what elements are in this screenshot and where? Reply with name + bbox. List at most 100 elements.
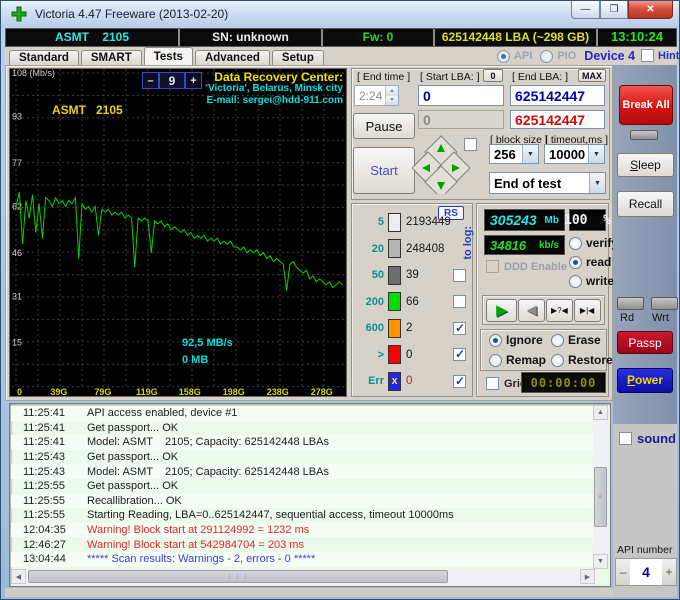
tab-tests[interactable]: Tests — [143, 47, 193, 65]
drive-status-bar: ASMT 2105 SN: unknown Fw: 0 625142448 LB… — [5, 28, 677, 47]
log-row: 11:25:43 Model: ASMT 2105; Capacity: 6251… — [11, 464, 593, 479]
log-time: 11:25:55 — [23, 494, 66, 507]
scroll-right-button[interactable]: ▶ — [580, 569, 595, 584]
tab-advanced[interactable]: Advanced — [194, 50, 270, 65]
y-axis-label: 15 — [12, 338, 22, 348]
stat-row: Err x 0 — [356, 371, 470, 391]
stat-log-checkbox[interactable] — [453, 374, 466, 388]
step-button[interactable]: ▶|◀ — [573, 298, 601, 322]
end-lba-input[interactable]: 625142447 — [510, 85, 605, 106]
chevron-down-icon[interactable]: ▼ — [522, 145, 538, 163]
verify-radio[interactable] — [569, 236, 582, 250]
stat-count: 0 — [406, 375, 413, 387]
break-all-button[interactable]: Break All — [619, 85, 673, 125]
pause-button[interactable]: Pause — [353, 113, 415, 139]
log-row: 11:25:41 Get passport... OK — [11, 421, 593, 436]
log-row: 12:46:27 Warning! Block start at 54298470… — [11, 537, 593, 552]
wrt-label: Wrt — [652, 312, 669, 324]
sleep-button[interactable]: Sleep — [617, 153, 674, 177]
read-radio[interactable] — [569, 255, 582, 269]
v-scroll-thumb[interactable]: ≡ — [594, 467, 607, 527]
block-size-value: 256 — [494, 146, 516, 162]
grip-icon: ⋮⋮⋮ — [226, 573, 250, 581]
grid-checkbox[interactable] — [486, 377, 499, 390]
stat-color-swatch — [388, 345, 401, 364]
spin-up-icon[interactable]: ▲ — [386, 86, 398, 96]
log-time: 12:46:27 — [23, 538, 66, 551]
start-button[interactable]: Start — [353, 147, 415, 194]
scale-plus-button[interactable]: + — [185, 72, 202, 89]
seek-button[interactable]: ▶?◀ — [545, 298, 573, 322]
tab-smart[interactable]: SMART — [80, 50, 142, 65]
end-action-select[interactable]: End of test ▼ — [489, 172, 606, 194]
readout-box: 305243 Mb 100 % 34816 kb/s verify read wri… — [476, 203, 618, 397]
log-row: 11:25:41 API access enabled, device #1 — [11, 406, 593, 421]
zero-lba-button[interactable]: 0 — [483, 69, 503, 82]
log-h-scrollbar[interactable]: ◀ ⋮⋮⋮ ▶ — [11, 569, 595, 585]
api-minus-button[interactable]: – — [616, 559, 630, 585]
drive-model: ASMT 2105 — [6, 29, 180, 46]
back-button[interactable]: ◀ — [518, 298, 546, 322]
minimize-button[interactable]: — — [571, 1, 600, 19]
nav-checkbox[interactable] — [464, 138, 477, 151]
log-v-scrollbar[interactable]: ▲ ≡ ▼ — [593, 405, 609, 569]
scale-minus-button[interactable]: – — [142, 72, 159, 89]
close-button[interactable]: ✕ — [628, 1, 673, 19]
sound-checkbox[interactable] — [619, 432, 632, 445]
ddd-checkbox — [486, 260, 499, 273]
stat-label: 20 — [371, 242, 384, 255]
app-window: Victoria 4.47 Freeware (2013-02-20) — ❐ … — [0, 0, 680, 600]
speed-unit: kb/s — [538, 239, 559, 251]
banner-location: 'Victoria', Belarus, Minsk city — [205, 83, 343, 94]
maximize-button[interactable]: ❐ — [600, 1, 628, 19]
power-button[interactable]: Power — [617, 368, 673, 393]
remap-radio[interactable] — [489, 353, 502, 367]
scroll-down-button[interactable]: ▼ — [593, 554, 608, 569]
end-time-label: [ End time ] — [357, 71, 411, 83]
tab-standard[interactable]: Standard — [9, 50, 79, 65]
api-radio[interactable] — [497, 49, 510, 63]
recall-button[interactable]: Recall — [617, 191, 674, 217]
stat-log-checkbox[interactable] — [453, 321, 466, 335]
tab-strip: Standard SMART Tests Advanced Setup — [9, 47, 326, 65]
scroll-right-icon: ▶ — [584, 573, 591, 581]
pio-radio[interactable] — [540, 49, 554, 63]
max-lba-button[interactable]: MAX — [578, 69, 606, 82]
busy-led — [630, 130, 658, 140]
log-time: 11:25:55 — [23, 480, 66, 493]
scroll-left-button[interactable]: ◀ — [11, 569, 26, 584]
stat-log-checkbox[interactable] — [453, 268, 466, 282]
log-time: 11:25:41 — [23, 436, 66, 449]
erase-radio[interactable] — [551, 333, 564, 347]
erase-label: Erase — [568, 333, 601, 347]
action-option-erase: Erase — [551, 333, 613, 347]
stat-log-checkbox[interactable] — [453, 347, 466, 361]
ignore-radio[interactable] — [489, 333, 502, 347]
log-message: Get passport... OK — [87, 480, 179, 493]
api-plus-button[interactable]: + — [662, 559, 676, 585]
write-radio[interactable] — [569, 274, 582, 288]
h-scroll-thumb[interactable]: ⋮⋮⋮ — [28, 570, 448, 583]
restore-radio[interactable] — [551, 353, 564, 367]
stat-log-checkbox[interactable] — [453, 295, 466, 308]
hints-checkbox[interactable] — [641, 49, 654, 62]
end-time-spinner[interactable]: 2:24 ▲ ▼ — [354, 85, 399, 106]
timeout-select[interactable]: 10000 ▼ — [544, 144, 605, 164]
passport-button[interactable]: Passp — [617, 331, 673, 354]
stat-row: 5 2193449 — [356, 212, 470, 232]
log-message: Model: ASMT 2105; Capacity: 625142448 LB… — [87, 436, 329, 449]
action-option-restore: Restore — [551, 353, 613, 367]
scroll-up-button[interactable]: ▲ — [593, 405, 608, 420]
block-size-select[interactable]: 256 ▼ — [489, 144, 539, 164]
chevron-down-icon[interactable]: ▼ — [589, 173, 605, 193]
rw-option-read: read — [569, 255, 618, 269]
start-lba-label: [ Start LBA: ] — [420, 71, 480, 83]
tab-setup[interactable]: Setup — [271, 50, 324, 65]
stat-count: 39 — [406, 269, 419, 281]
pio-label: PIO — [557, 50, 577, 62]
stat-row: 20 248408 — [356, 239, 470, 259]
chevron-down-icon[interactable]: ▼ — [588, 145, 604, 163]
spin-down-icon[interactable]: ▼ — [386, 95, 398, 105]
play-button[interactable]: ▶ — [486, 298, 518, 322]
start-lba-input[interactable]: 0 — [418, 85, 504, 106]
